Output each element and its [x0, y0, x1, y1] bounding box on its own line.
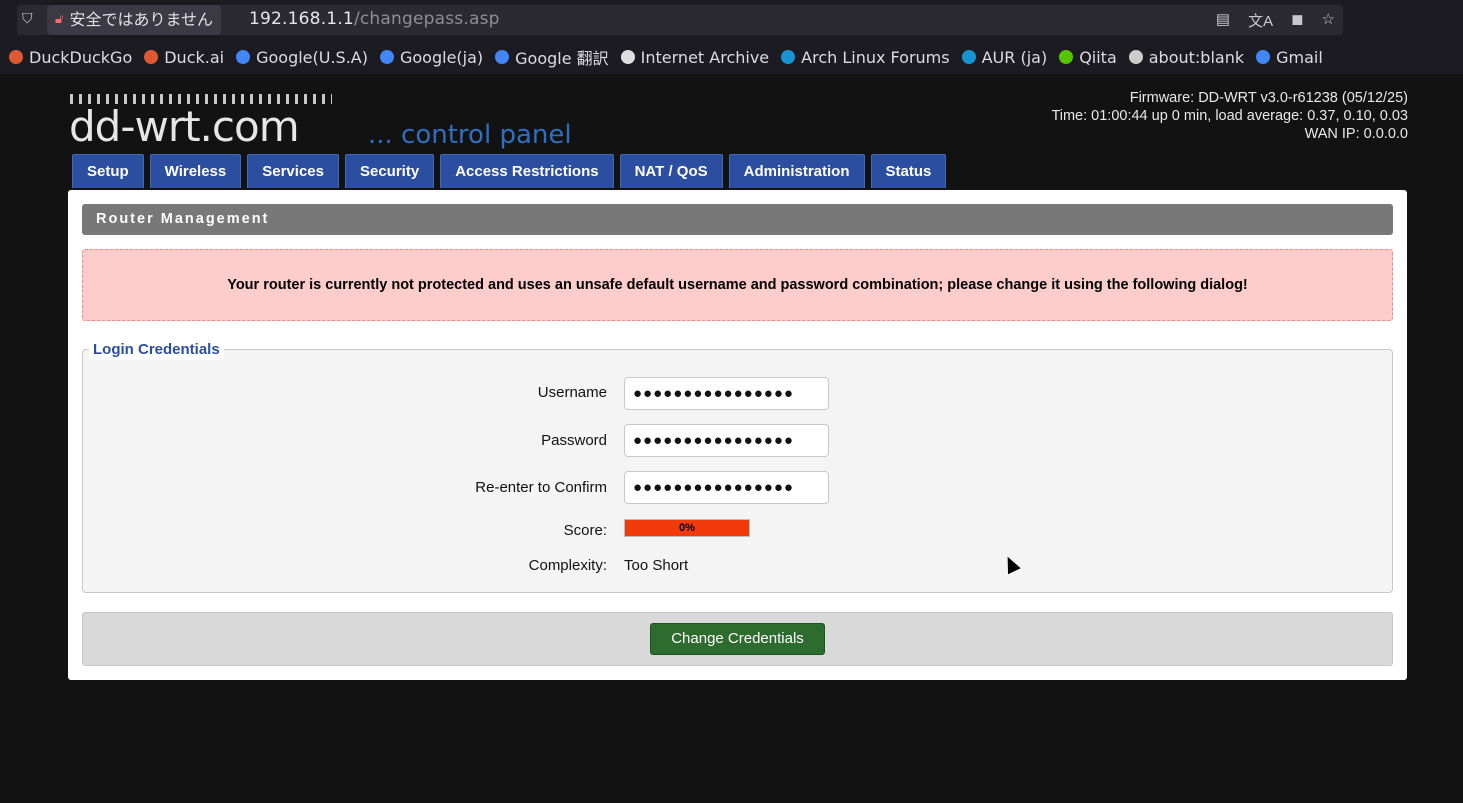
- section-title: Router Management: [82, 204, 1393, 235]
- google-icon: [1256, 50, 1271, 64]
- tab-security[interactable]: Security: [344, 154, 435, 188]
- insecure-lock-icon: 🔓︎: [55, 12, 64, 27]
- bookmark-item[interactable]: Internet Archive: [620, 47, 770, 67]
- reader-view-icon[interactable]: ▤: [1216, 10, 1230, 31]
- tab-wireless[interactable]: Wireless: [149, 154, 242, 188]
- bookmark-label: Google 翻訳: [515, 49, 609, 68]
- wan-ip-info: WAN IP: 0.0.0.0: [1304, 126, 1408, 142]
- extension-icon[interactable]: ◼: [1291, 10, 1303, 31]
- qiita-icon: [1059, 50, 1074, 64]
- tab-services[interactable]: Services: [247, 154, 339, 188]
- complexity-value: Too Short: [624, 557, 689, 574]
- bookmark-item[interactable]: Google(ja): [379, 47, 484, 67]
- bookmark-label: Gmail: [1276, 47, 1323, 67]
- bookmark-item[interactable]: Gmail: [1256, 48, 1323, 67]
- score-label: Score:: [563, 522, 607, 539]
- password-label: Password: [541, 432, 607, 449]
- bookmark-star-icon[interactable]: ☆: [1322, 10, 1335, 31]
- bookmark-label: Google(ja): [399, 47, 484, 67]
- bookmark-label: Duck.ai: [164, 47, 225, 67]
- username-field[interactable]: ●●●●●●●●●●●●●●●●: [624, 377, 829, 410]
- tab-administration[interactable]: Administration: [728, 154, 865, 188]
- bookmark-item[interactable]: DuckDuckGo: [9, 48, 132, 67]
- login-credentials-fieldset: Login Credentials Username ●●●●●●●●●●●●●…: [82, 340, 1393, 593]
- firmware-info: Firmware: DD-WRT v3.0-r61238 (05/12/25): [1129, 90, 1408, 106]
- bookmark-label: Qiita: [1079, 47, 1117, 67]
- change-credentials-button[interactable]: Change Credentials: [650, 623, 825, 655]
- confirm-password-field[interactable]: ●●●●●●●●●●●●●●●●: [624, 471, 829, 504]
- content-panel: Router Management Your router is current…: [68, 190, 1407, 680]
- bookmark-label: about:blank: [1148, 47, 1245, 67]
- username-label: Username: [537, 384, 607, 401]
- fieldset-legend: Login Credentials: [89, 340, 224, 360]
- arch-icon: [781, 50, 796, 64]
- password-score-bar: 0%: [624, 519, 750, 537]
- password-field[interactable]: ●●●●●●●●●●●●●●●●: [624, 424, 829, 457]
- bookmark-label: DuckDuckGo: [29, 47, 133, 67]
- bookmark-item[interactable]: about:blank: [1128, 47, 1245, 67]
- main-tabs: Setup Wireless Services Security Access …: [72, 154, 947, 188]
- translate-icon[interactable]: 文A: [1248, 10, 1273, 31]
- bookmark-label: Internet Archive: [640, 47, 770, 67]
- security-warning: Your router is currently not protected a…: [82, 249, 1393, 321]
- browser-toolbar: ⛉ 🔓︎ 安全ではありません 192.168.1.1/changepass.as…: [0, 0, 1463, 40]
- tab-access-restrictions[interactable]: Access Restrictions: [440, 154, 614, 188]
- google-icon: [379, 50, 394, 64]
- security-indicator[interactable]: 🔓︎ 安全ではありません: [47, 5, 221, 35]
- complexity-label: Complexity:: [528, 557, 607, 574]
- tab-status[interactable]: Status: [870, 154, 947, 188]
- bookmark-label: AUR (ja): [981, 47, 1048, 67]
- uptime-info: Time: 01:00:44 up 0 min, load average: 0…: [1051, 108, 1408, 124]
- logo-subtitle: ... control panel: [368, 120, 572, 150]
- tab-nat-qos[interactable]: NAT / QoS: [619, 154, 723, 188]
- router-page: dd-wrt.com ... control panel Firmware: D…: [0, 74, 1463, 803]
- arch-icon: [961, 50, 976, 64]
- logo-text: dd-wrt.com: [69, 102, 300, 151]
- tab-setup[interactable]: Setup: [72, 154, 144, 188]
- action-bar: Change Credentials: [82, 612, 1393, 666]
- warning-text: Your router is currently not protected a…: [227, 277, 1248, 293]
- bookmark-item[interactable]: Arch Linux Forums: [781, 47, 950, 67]
- confirm-label: Re-enter to Confirm: [475, 479, 607, 496]
- google-icon: [236, 50, 251, 64]
- google-translate-icon: [495, 50, 510, 64]
- shield-icon[interactable]: ⛉: [22, 10, 42, 30]
- bookmark-item[interactable]: Duck.ai: [144, 48, 224, 67]
- bookmark-item[interactable]: Qiita: [1059, 48, 1117, 67]
- bookmarks-bar: DuckDuckGo Duck.ai Google(U.S.A) Google(ja)…: [0, 40, 1463, 74]
- bookmark-label: Arch Linux Forums: [801, 47, 950, 67]
- bookmark-item[interactable]: Google(U.S.A): [236, 48, 368, 67]
- bookmark-label: Google(U.S.A): [256, 47, 368, 67]
- bookmark-item[interactable]: AUR (ja): [961, 47, 1048, 67]
- duckduckgo-icon: [9, 50, 23, 64]
- score-text: 0%: [679, 522, 695, 534]
- security-label: 安全ではありません: [69, 10, 213, 29]
- bookmark-item[interactable]: Google 翻訳: [495, 45, 609, 69]
- archive-icon: [620, 50, 635, 64]
- globe-icon: [1128, 50, 1143, 64]
- duckai-icon: [144, 50, 159, 64]
- router-info: Firmware: DD-WRT v3.0-r61238 (05/12/25) …: [1051, 89, 1408, 143]
- url-text[interactable]: 192.168.1.1/changepass.asp: [249, 9, 500, 29]
- url-path: /changepass.asp: [353, 9, 500, 29]
- url-host: 192.168.1.1: [249, 9, 354, 29]
